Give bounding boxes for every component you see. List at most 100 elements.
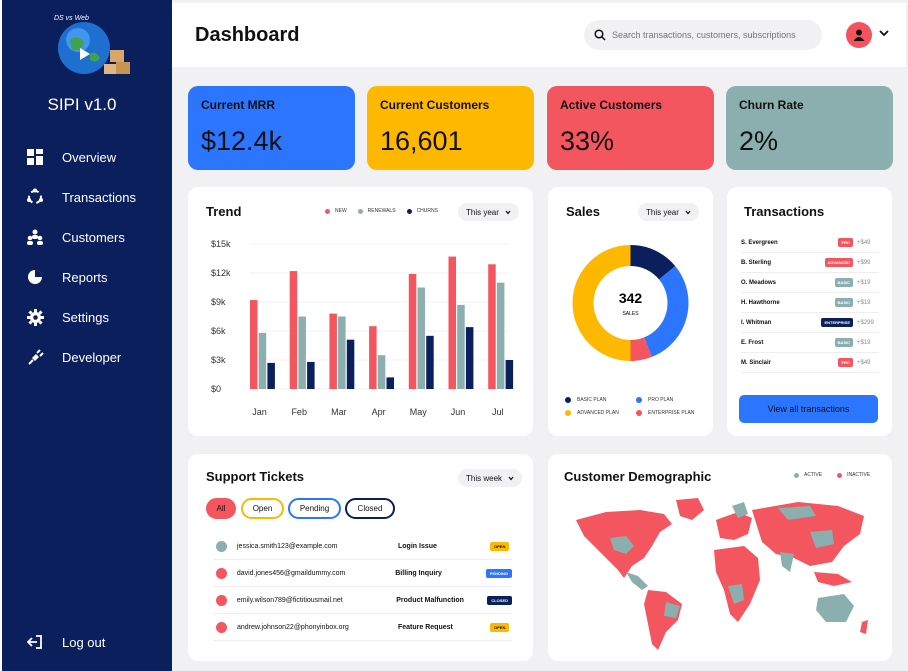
legend-label: BASIC PLAN xyxy=(577,397,607,403)
bar-renewals xyxy=(258,332,267,389)
ticket-status-dot xyxy=(216,567,227,579)
transaction-amount: +$19 xyxy=(857,279,871,286)
legend-label: ENTERPRISE PLAN xyxy=(648,410,695,416)
transaction-row[interactable]: E. Frost BASIC +$19 xyxy=(741,333,879,353)
transaction-amount: +$299 xyxy=(857,319,874,326)
sidebar-item-label: Customers xyxy=(62,229,125,245)
grid-icon xyxy=(26,148,44,166)
transaction-name: E. Frost xyxy=(741,339,764,346)
app-title: SIPI v1.0 xyxy=(47,95,117,114)
ticket-issue: Product Malfunction xyxy=(396,596,464,604)
kpi-title: Active Customers xyxy=(560,98,663,112)
transaction-row[interactable]: I. Whitman ENTERPRISE +$299 xyxy=(741,313,879,333)
ticket-issue: Login Issue xyxy=(398,542,437,550)
logout-button[interactable]: Log out xyxy=(2,629,172,655)
bar-renewals xyxy=(457,304,465,389)
ticket-status-dot xyxy=(216,540,227,552)
plan-badge: BASIC xyxy=(834,278,853,287)
support-tickets-card: Support Tickets This week All Open Pendi… xyxy=(188,454,533,661)
ticket-status-badge: OPEN xyxy=(490,541,510,551)
legend-label: PRO PLAN xyxy=(648,397,674,403)
bar-churns xyxy=(386,377,394,389)
kpi-title: Current MRR xyxy=(201,98,275,112)
sidebar-item-developer[interactable]: Developer xyxy=(2,337,172,377)
search-input[interactable] xyxy=(612,30,812,40)
map-region-africa xyxy=(714,546,760,622)
sidebar-item-label: Overview xyxy=(62,149,117,165)
sidebar-item-transactions[interactable]: Transactions xyxy=(2,177,172,217)
bar-renewals xyxy=(417,287,425,389)
legend-dot xyxy=(565,410,571,416)
sidebar-item-customers[interactable]: Customers xyxy=(2,217,172,257)
kpi-card-active: Active Customers 33% xyxy=(547,86,714,170)
search-icon xyxy=(594,29,606,41)
transaction-name: O. Meadows xyxy=(741,279,777,286)
plug-icon xyxy=(26,348,44,366)
logo-text: DS vs Web xyxy=(54,15,89,22)
bar-churns xyxy=(465,327,474,389)
chevron-down-icon xyxy=(508,476,514,480)
y-tick-label: $0 xyxy=(211,384,221,394)
transaction-row[interactable]: S. Evergreen PRO +$49 xyxy=(741,233,879,253)
filter-open[interactable]: Open xyxy=(241,498,284,519)
kpi-card-customers: Current Customers 16,601 xyxy=(367,86,534,170)
sidebar-nav: Overview Transactions Customers Reports … xyxy=(2,137,172,377)
ticket-issue: Billing Inquiry xyxy=(395,569,442,577)
map-region-new-zealand xyxy=(860,620,868,634)
sidebar-item-overview[interactable]: Overview xyxy=(2,137,172,177)
y-tick-label: $6k xyxy=(211,326,226,336)
transaction-row[interactable]: B. Sterling ADVANCED +$99 xyxy=(741,253,879,273)
map-region-europe xyxy=(716,512,752,540)
bar-renewals xyxy=(377,355,386,389)
sidebar-item-reports[interactable]: Reports xyxy=(2,257,172,297)
bar-new xyxy=(289,271,298,389)
search-bar[interactable] xyxy=(584,20,822,50)
chevron-down-icon[interactable] xyxy=(879,29,889,37)
kpi-title: Churn Rate xyxy=(739,98,804,112)
transaction-name: M. Sinclair xyxy=(741,359,772,366)
sidebar-item-label: Settings xyxy=(62,309,109,325)
y-tick-label: $9k xyxy=(211,297,226,307)
transaction-row[interactable]: O. Meadows BASIC +$19 xyxy=(741,273,879,293)
transaction-row[interactable]: M. Sinclair PRO +$49 xyxy=(741,353,879,373)
transaction-amount: +$49 xyxy=(857,239,871,246)
donut-segment xyxy=(644,266,689,357)
bar-new xyxy=(250,300,258,389)
plan-badge: PRO xyxy=(838,358,853,367)
transactions-card: Transactions S. Evergreen PRO +$49 B. Sterl… xyxy=(727,187,892,436)
transaction-name: S. Evergreen xyxy=(741,239,778,246)
ticket-row[interactable]: david.jones456@gmaildummy.com Billing Inq… xyxy=(213,560,513,587)
ticket-status-dot xyxy=(216,594,227,606)
ticket-row[interactable]: emily.wilson789@fictitiousmail.net Produc… xyxy=(213,587,512,614)
sales-card: Sales This year 342 SALES BASIC PLAN PRO… xyxy=(548,187,713,436)
sales-legend-item: PRO PLAN xyxy=(636,397,673,403)
bar-churns xyxy=(426,335,434,389)
view-all-transactions-button[interactable]: View all transactions xyxy=(739,395,878,423)
transaction-amount: +$19 xyxy=(857,339,871,346)
donut-total-label: SALES xyxy=(622,311,639,317)
ticket-row[interactable]: jessica.smith123@example.com Login Issue O… xyxy=(213,533,512,560)
x-tick-label: Jun xyxy=(451,407,466,417)
ticket-row[interactable]: andrew.johnson22@phonyinbox.org Feature R… xyxy=(213,614,512,641)
transaction-name: H. Hawthorne xyxy=(741,299,780,306)
transaction-row[interactable]: H. Hawthorne BASIC +$19 xyxy=(741,293,879,313)
logout-icon xyxy=(26,633,44,651)
filter-closed[interactable]: Closed xyxy=(345,498,395,519)
filter-pending[interactable]: Pending xyxy=(288,498,341,519)
dropdown-label: This week xyxy=(466,473,503,483)
filter-all[interactable]: All xyxy=(206,498,236,519)
ticket-issue: Feature Request xyxy=(398,623,453,631)
sidebar-item-settings[interactable]: Settings xyxy=(2,297,172,337)
support-range-dropdown[interactable]: This week xyxy=(458,469,523,487)
support-title: Support Tickets xyxy=(206,469,305,484)
bar-renewals xyxy=(338,316,346,389)
avatar[interactable] xyxy=(846,22,872,48)
plan-badge: BASIC xyxy=(834,338,853,347)
kpi-value: $12.4k xyxy=(201,126,283,156)
header: Dashboard xyxy=(172,3,906,67)
sales-legend-item: BASIC PLAN xyxy=(565,397,606,403)
transaction-amount: +$99 xyxy=(857,259,871,266)
logout-label: Log out xyxy=(62,634,106,650)
donut-total: 342 xyxy=(619,290,643,306)
x-tick-label: Mar xyxy=(331,407,347,417)
